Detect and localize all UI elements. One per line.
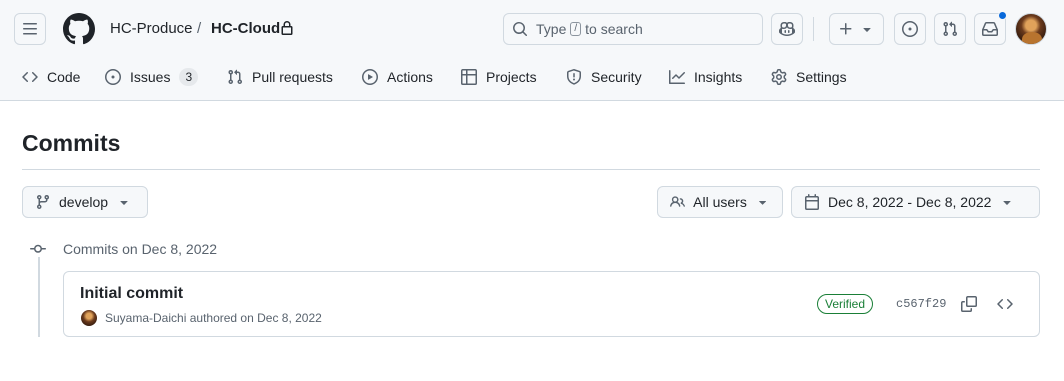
tab-label: Pull requests bbox=[252, 69, 333, 85]
tab-pull-requests[interactable]: Pull requests bbox=[227, 62, 333, 92]
git-branch-icon bbox=[36, 195, 49, 210]
lock-icon bbox=[281, 21, 293, 35]
commit-authored-text: authored on Dec 8, 2022 bbox=[189, 311, 322, 325]
create-new-button[interactable] bbox=[829, 13, 884, 45]
github-logo-icon[interactable] bbox=[62, 13, 95, 45]
code-icon bbox=[997, 298, 1013, 310]
branch-name: develop bbox=[59, 194, 109, 210]
issue-opened-icon bbox=[902, 21, 918, 37]
commit-row: Initial commit Suyama-Daichi authored on… bbox=[63, 271, 1040, 337]
user-avatar[interactable] bbox=[1015, 13, 1047, 45]
verified-badge[interactable]: Verified bbox=[817, 294, 874, 314]
git-commit-icon bbox=[30, 241, 46, 257]
breadcrumb-separator: / bbox=[197, 20, 202, 37]
play-icon bbox=[362, 69, 378, 85]
shield-icon bbox=[567, 69, 581, 85]
plus-icon bbox=[840, 23, 852, 35]
search-placeholder-suffix: to search bbox=[585, 21, 643, 37]
tab-label: Projects bbox=[486, 69, 537, 85]
tab-label: Code bbox=[47, 69, 81, 85]
commit-sha-link[interactable]: c567f29 bbox=[896, 296, 946, 312]
git-pull-request-icon bbox=[228, 69, 243, 85]
commit-title-link[interactable]: Initial commit bbox=[80, 284, 183, 304]
date-range-label: Dec 8, 2022 - Dec 8, 2022 bbox=[828, 194, 992, 210]
triangle-down-icon bbox=[758, 201, 766, 205]
author-link[interactable]: Suyama-Daichi bbox=[105, 311, 186, 325]
triangle-down-icon bbox=[1003, 201, 1012, 205]
tab-issues[interactable]: Issues 3 bbox=[105, 62, 199, 92]
tab-label: Settings bbox=[796, 69, 847, 85]
repo-tabs: Code Issues 3 Pull requests Actions Proj… bbox=[0, 62, 1064, 94]
code-icon bbox=[22, 71, 38, 83]
title-divider bbox=[22, 169, 1040, 170]
pull-requests-shortcut-button[interactable] bbox=[934, 13, 966, 45]
copilot-button[interactable] bbox=[771, 13, 803, 45]
tab-actions[interactable]: Actions bbox=[362, 62, 433, 92]
users-filter-label: All users bbox=[693, 194, 747, 210]
people-icon bbox=[670, 196, 685, 207]
search-input[interactable]: Type / to search bbox=[503, 13, 763, 45]
header-divider bbox=[813, 17, 814, 41]
triangle-down-icon bbox=[863, 28, 871, 32]
tab-label: Insights bbox=[694, 69, 743, 85]
notification-indicator bbox=[998, 11, 1007, 20]
menu-button[interactable] bbox=[14, 13, 46, 45]
tab-label: Security bbox=[591, 69, 642, 85]
breadcrumb-owner[interactable]: HC-Produce bbox=[110, 20, 193, 38]
copy-icon bbox=[961, 296, 977, 312]
tab-insights[interactable]: Insights bbox=[669, 62, 742, 92]
commit-group-heading: Commits on Dec 8, 2022 bbox=[63, 241, 218, 257]
git-pull-request-icon bbox=[943, 21, 958, 37]
issues-shortcut-button[interactable] bbox=[894, 13, 926, 45]
tab-label: Issues bbox=[130, 69, 171, 85]
breadcrumb-repo[interactable]: HC-Cloud bbox=[211, 20, 280, 38]
commit-meta: Suyama-Daichi authored on Dec 8, 2022 bbox=[105, 310, 322, 326]
author-avatar[interactable] bbox=[81, 310, 97, 326]
graph-icon bbox=[669, 70, 685, 84]
date-range-filter[interactable]: Dec 8, 2022 - Dec 8, 2022 bbox=[791, 186, 1040, 218]
copilot-icon bbox=[779, 21, 795, 37]
inbox-icon bbox=[982, 22, 998, 36]
calendar-icon bbox=[805, 194, 819, 210]
tab-settings[interactable]: Settings bbox=[771, 62, 847, 92]
table-icon bbox=[461, 69, 477, 85]
global-header: HC-Produce / HC-Cloud Type / to search C… bbox=[0, 0, 1064, 101]
copy-sha-button[interactable] bbox=[961, 296, 977, 312]
branch-selector[interactable]: develop bbox=[22, 186, 148, 218]
search-placeholder-prefix: Type bbox=[536, 21, 567, 37]
tab-projects[interactable]: Projects bbox=[461, 62, 537, 92]
gear-icon bbox=[771, 69, 787, 85]
users-filter[interactable]: All users bbox=[657, 186, 783, 218]
tab-label: Actions bbox=[387, 69, 433, 85]
timeline-line bbox=[38, 257, 40, 337]
hamburger-icon bbox=[23, 23, 37, 35]
search-shortcut-key: / bbox=[570, 22, 582, 36]
triangle-down-icon bbox=[120, 201, 128, 205]
issues-count-badge: 3 bbox=[179, 68, 199, 86]
tab-security[interactable]: Security bbox=[566, 62, 642, 92]
issue-opened-icon bbox=[105, 69, 121, 85]
browse-code-button[interactable] bbox=[997, 296, 1013, 312]
page-title: Commits bbox=[22, 130, 121, 156]
search-icon bbox=[513, 22, 528, 37]
tab-code[interactable]: Code bbox=[22, 62, 80, 92]
